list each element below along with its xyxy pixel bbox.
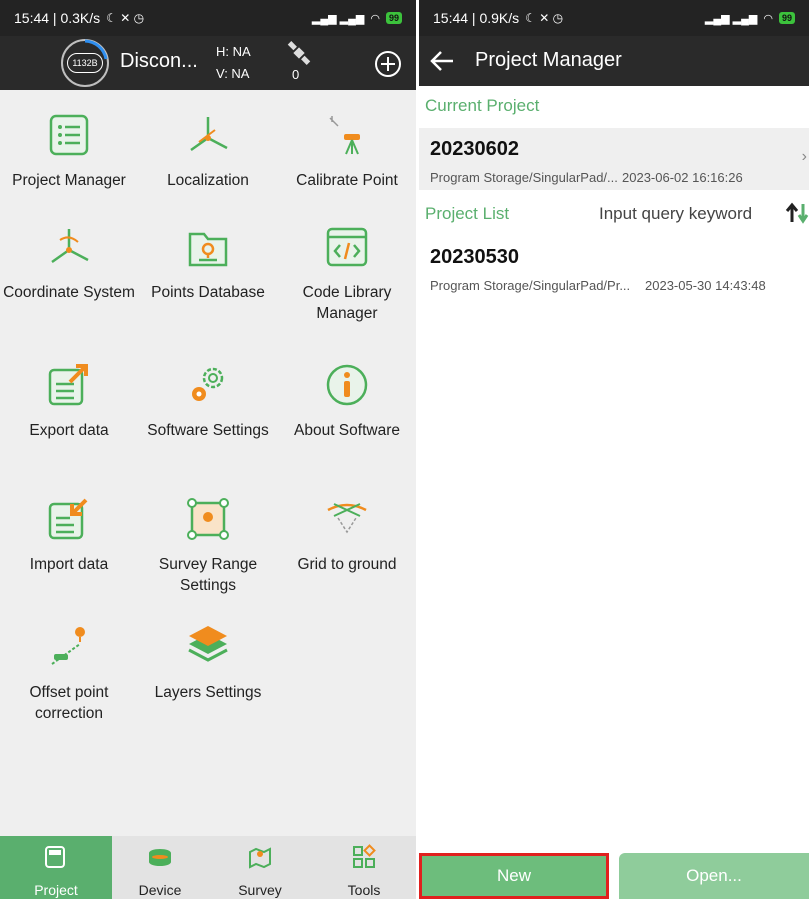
coordinate-system-icon xyxy=(51,229,89,264)
search-input[interactable]: Input query keyword xyxy=(599,204,752,224)
tile-software-settings[interactable]: Software Settings xyxy=(139,362,277,441)
back-arrow-icon[interactable] xyxy=(429,49,455,78)
project-path: Program Storage/SingularPad/Pr... xyxy=(430,278,631,293)
tab-survey[interactable]: Survey xyxy=(208,836,312,899)
tab-label: Tools xyxy=(347,882,381,898)
code-library-icon xyxy=(326,227,368,267)
current-project-heading: Current Project xyxy=(425,96,540,115)
tile-label: Software Settings xyxy=(147,422,269,439)
open-project-button[interactable]: Open... xyxy=(619,853,809,899)
about-software-icon xyxy=(326,364,368,406)
sort-icon[interactable] xyxy=(785,202,809,229)
tile-label: Points Database xyxy=(151,284,265,301)
tools-tab-icon xyxy=(353,844,376,868)
tile-project-manager[interactable]: Project Manager xyxy=(0,112,138,191)
tile-label: Import data xyxy=(29,556,109,573)
tile-label: Localization xyxy=(167,172,249,189)
project-date: 2023-06-02 16:16:26 xyxy=(622,170,743,185)
tab-label: Survey xyxy=(238,882,282,898)
h-precision: H: NA xyxy=(216,44,251,59)
status-icons: ☾ ✕ ◷ xyxy=(525,11,564,25)
add-button[interactable] xyxy=(374,50,402,83)
tab-project[interactable]: Project xyxy=(0,836,112,899)
storage-gauge: 1132B xyxy=(61,39,109,87)
tile-import-data[interactable]: Import data xyxy=(0,496,138,575)
battery-icon: 99 xyxy=(385,12,402,24)
project-list-item[interactable]: 20230530 Program Storage/SingularPad/Pr.… xyxy=(419,236,809,298)
tile-export-data[interactable]: Export data xyxy=(0,362,138,441)
export-data-icon xyxy=(48,364,88,406)
current-project-row[interactable]: 20230602 Program Storage/SingularPad/...… xyxy=(419,128,809,190)
tile-label: Project Manager xyxy=(12,172,126,189)
satellite-count: 0 xyxy=(292,67,300,82)
tile-label: Calibrate Point xyxy=(296,172,398,189)
layers-settings-icon xyxy=(188,626,228,662)
tile-offset-point[interactable]: Offset point correction xyxy=(0,624,138,724)
signal-icon: ▂▄▆ ▂▄▆ xyxy=(311,12,365,25)
new-project-button[interactable]: New xyxy=(419,853,609,899)
project-path: Program Storage/SingularPad/... xyxy=(430,170,618,185)
status-icons: ☾ ✕ ◷ xyxy=(106,11,145,25)
wifi-icon: ◠ xyxy=(370,12,380,25)
status-bar: 15:44 | 0.3K/s ☾ ✕ ◷ ▂▄▆ ▂▄▆ ◠ 99 xyxy=(0,0,416,36)
device-tab-icon xyxy=(149,849,171,866)
app-header: 1132B Discon... H: NA V: NA 0 xyxy=(0,36,416,90)
app-header: Project Manager xyxy=(419,36,809,86)
tile-about-software[interactable]: About Software xyxy=(278,362,416,441)
tab-label: Device xyxy=(138,882,182,898)
tile-localization[interactable]: Localization xyxy=(139,112,277,191)
tile-label: Export data xyxy=(29,422,109,439)
v-precision: V: NA xyxy=(216,66,250,81)
right-screen: 15:44 | 0.9K/s ☾ ✕ ◷ ▂▄▆ ▂▄▆ ◠ 99 Projec… xyxy=(419,0,809,899)
tile-label: Offset point correction xyxy=(29,684,109,722)
project-manager-icon xyxy=(49,114,89,156)
tile-label: Survey Range Settings xyxy=(158,556,258,594)
localization-icon xyxy=(190,117,228,152)
tile-label: Code Library Manager xyxy=(302,284,392,322)
project-date: 2023-05-30 14:43:48 xyxy=(645,278,766,293)
tile-survey-range[interactable]: Survey Range Settings xyxy=(139,496,277,596)
tile-points-database[interactable]: Points Database xyxy=(139,224,277,303)
tile-calibrate-point[interactable]: Calibrate Point xyxy=(278,112,416,191)
tile-code-library[interactable]: Code Library Manager xyxy=(278,224,416,324)
signal-icon: ▂▄▆ ▂▄▆ xyxy=(704,12,758,25)
page-title: Project Manager xyxy=(475,49,622,71)
connection-status[interactable]: Discon... xyxy=(120,50,198,73)
bottom-nav: Project Device Survey Tools xyxy=(0,836,416,899)
battery-icon: 99 xyxy=(778,12,795,24)
tile-label: About Software xyxy=(294,422,400,439)
tab-label: Project xyxy=(34,882,78,898)
tile-label: Coordinate System xyxy=(3,284,135,301)
tile-layers-settings[interactable]: Layers Settings xyxy=(139,624,277,703)
left-screen: 15:44 | 0.3K/s ☾ ✕ ◷ ▂▄▆ ▂▄▆ ◠ 99 1132B … xyxy=(0,0,416,899)
import-data-icon xyxy=(48,498,88,540)
points-database-icon xyxy=(188,232,228,267)
status-bar: 15:44 | 0.9K/s ☾ ✕ ◷ ▂▄▆ ▂▄▆ ◠ 99 xyxy=(419,0,809,36)
tile-coordinate-system[interactable]: Coordinate System xyxy=(0,224,138,303)
survey-tab-icon xyxy=(249,847,271,869)
calibrate-point-icon xyxy=(329,116,360,155)
project-tab-icon xyxy=(45,846,65,868)
tile-label: Grid to ground xyxy=(297,556,397,573)
tile-grid-to-ground[interactable]: Grid to ground xyxy=(278,496,416,575)
grid-to-ground-icon xyxy=(327,503,367,534)
tab-tools[interactable]: Tools xyxy=(312,836,416,899)
chevron-right-icon: › xyxy=(801,148,807,165)
project-name: 20230530 xyxy=(430,246,519,268)
software-settings-icon xyxy=(192,367,224,401)
status-time: 15:44 | 0.3K/s xyxy=(14,10,101,26)
offset-point-icon xyxy=(51,627,85,665)
status-time: 15:44 | 0.9K/s xyxy=(433,10,520,26)
project-name: 20230602 xyxy=(430,138,519,160)
tile-label: Layers Settings xyxy=(154,684,262,701)
tab-device[interactable]: Device xyxy=(112,836,208,899)
survey-range-icon xyxy=(187,498,229,540)
wifi-icon: ◠ xyxy=(763,12,773,25)
